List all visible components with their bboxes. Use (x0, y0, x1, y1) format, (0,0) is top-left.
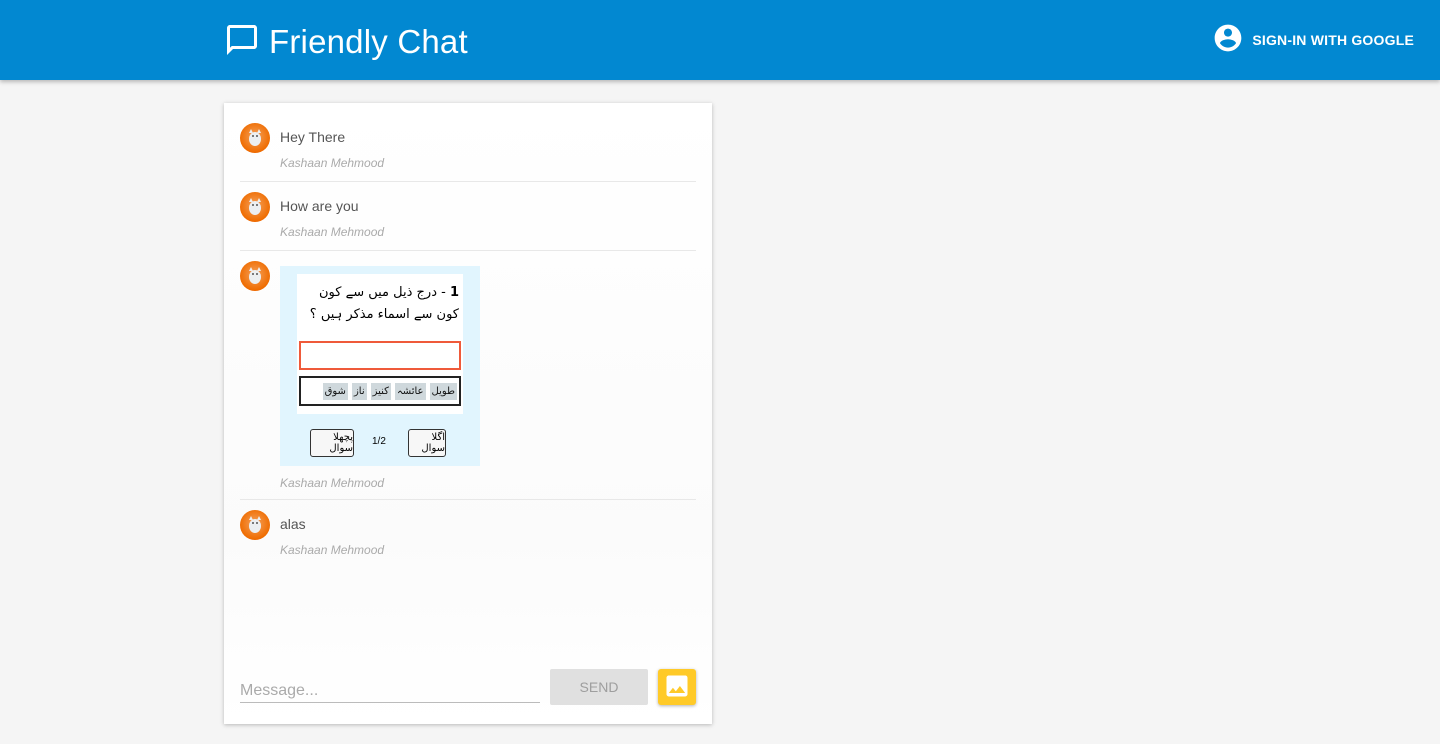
page-count: 1/2 (372, 436, 386, 447)
app-header: Friendly Chat SIGN-IN WITH GOOGLE (0, 0, 1440, 80)
divider (240, 250, 696, 251)
choice-chip: ناز (351, 382, 367, 400)
avatar (240, 123, 270, 153)
message-author: Kashaan Mehmood (280, 543, 385, 557)
message-image[interactable]: 1 - درج ذیل میں سے کون کون سے اسماء مذکر… (280, 266, 480, 466)
message-item: Hey There Kashaan Mehmood (240, 123, 696, 183)
prev-question-button: پچھلا سوال (310, 429, 354, 457)
message-item: How are you Kashaan Mehmood (240, 192, 696, 252)
message-author: Kashaan Mehmood (280, 225, 385, 239)
upload-image-button[interactable] (658, 669, 696, 705)
message-composer: SEND (240, 669, 696, 705)
brand: Friendly Chat (224, 22, 468, 62)
message-text: alas (280, 516, 306, 532)
image-icon (663, 672, 691, 703)
quiz-screenshot: 1 - درج ذیل میں سے کون کون سے اسماء مذکر… (297, 274, 463, 414)
question-number: 1 (449, 285, 459, 300)
message-author: Kashaan Mehmood (280, 476, 385, 490)
choice-chip: عائشہ (394, 382, 426, 400)
question-text: - درج ذیل میں سے کون کون سے اسماء مذکر ہ… (309, 285, 459, 322)
message-author: Kashaan Mehmood (280, 156, 385, 170)
sign-in-label: SIGN-IN WITH GOOGLE (1252, 32, 1414, 48)
message-item: 1 - درج ذیل میں سے کون کون سے اسماء مذکر… (240, 261, 696, 501)
app-title: Friendly Chat (269, 23, 468, 60)
answer-box (299, 341, 461, 370)
avatar (240, 192, 270, 222)
avatar (240, 510, 270, 540)
quiz-question: 1 - درج ذیل میں سے کون کون سے اسماء مذکر… (299, 282, 459, 326)
divider (240, 181, 696, 182)
sign-in-button[interactable]: SIGN-IN WITH GOOGLE (1212, 24, 1414, 56)
message-card: Hey There Kashaan Mehmood How are you Ka… (224, 103, 712, 724)
message-input[interactable] (240, 673, 540, 703)
choice-chip: کنیز (370, 382, 391, 400)
choice-chip: شوق (322, 382, 348, 400)
choice-chip: طویل (429, 382, 457, 400)
chat-icon (224, 22, 260, 63)
message-text: Hey There (280, 129, 346, 145)
account-icon (1212, 22, 1244, 59)
choices-row: طویل عائشہ کنیز ناز شوق (299, 376, 461, 406)
message-item: alas Kashaan Mehmood (240, 510, 696, 570)
avatar (240, 261, 270, 291)
next-question-button: اگلا سوال (408, 429, 446, 457)
send-button[interactable]: SEND (550, 669, 648, 705)
message-text: How are you (280, 198, 359, 214)
divider (240, 499, 696, 500)
